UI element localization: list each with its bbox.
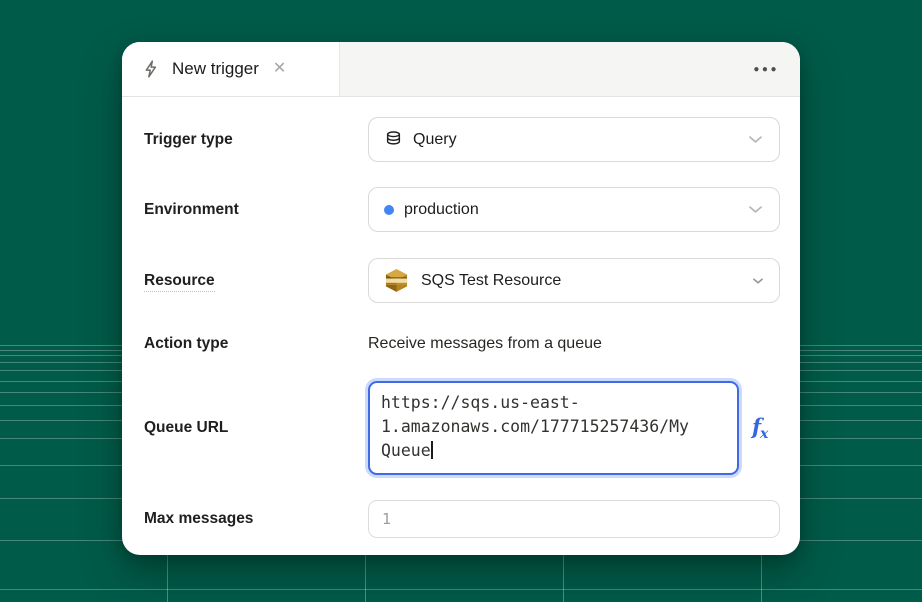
max-messages-row: Max messages <box>144 500 780 538</box>
lightning-icon <box>141 59 161 79</box>
more-menu-icon[interactable]: ●●● <box>753 64 779 75</box>
resource-label: Resource <box>144 272 215 292</box>
database-icon <box>384 130 403 149</box>
queue-url-label: Queue URL <box>144 419 368 437</box>
trigger-type-row: Trigger type Query <box>144 117 780 162</box>
action-type-label: Action type <box>144 335 368 353</box>
trigger-type-label: Trigger type <box>144 131 368 149</box>
new-trigger-panel: New trigger ✕ ●●● Trigger type Query <box>122 42 800 555</box>
resource-row: Resource SQS Test Res <box>144 258 780 303</box>
resource-value: SQS Test Resource <box>421 272 561 290</box>
action-type-value: Receive messages from a queue <box>368 335 602 352</box>
max-messages-input[interactable] <box>368 500 780 538</box>
chevron-down-icon <box>751 274 765 288</box>
queue-url-input[interactable]: https://sqs.us-east- 1.amazonaws.com/177… <box>368 381 739 475</box>
environment-label: Environment <box>144 201 368 219</box>
tab-new-trigger[interactable]: New trigger ✕ <box>122 42 340 96</box>
tab-title: New trigger <box>172 59 259 79</box>
chevron-down-icon <box>746 130 765 149</box>
environment-row: Environment production <box>144 187 780 232</box>
environment-select[interactable]: production <box>368 187 780 232</box>
action-type-row: Action type Receive messages from a queu… <box>144 335 780 353</box>
resource-select[interactable]: SQS Test Resource <box>368 258 780 303</box>
queue-url-row: Queue URL https://sqs.us-east- 1.amazona… <box>144 381 780 475</box>
trigger-type-select[interactable]: Query <box>368 117 780 162</box>
trigger-form: Trigger type Query Environment pro <box>122 97 800 538</box>
sqs-resource-icon <box>384 268 409 293</box>
trigger-type-value: Query <box>413 131 457 149</box>
environment-value: production <box>404 201 479 219</box>
chevron-down-icon <box>746 200 765 219</box>
text-caret <box>431 441 433 459</box>
fx-expression-icon[interactable]: fx <box>752 416 768 441</box>
panel-header: New trigger ✕ ●●● <box>122 42 800 97</box>
environment-dot-icon <box>384 205 394 215</box>
close-icon[interactable]: ✕ <box>273 61 286 77</box>
max-messages-label: Max messages <box>144 510 368 528</box>
